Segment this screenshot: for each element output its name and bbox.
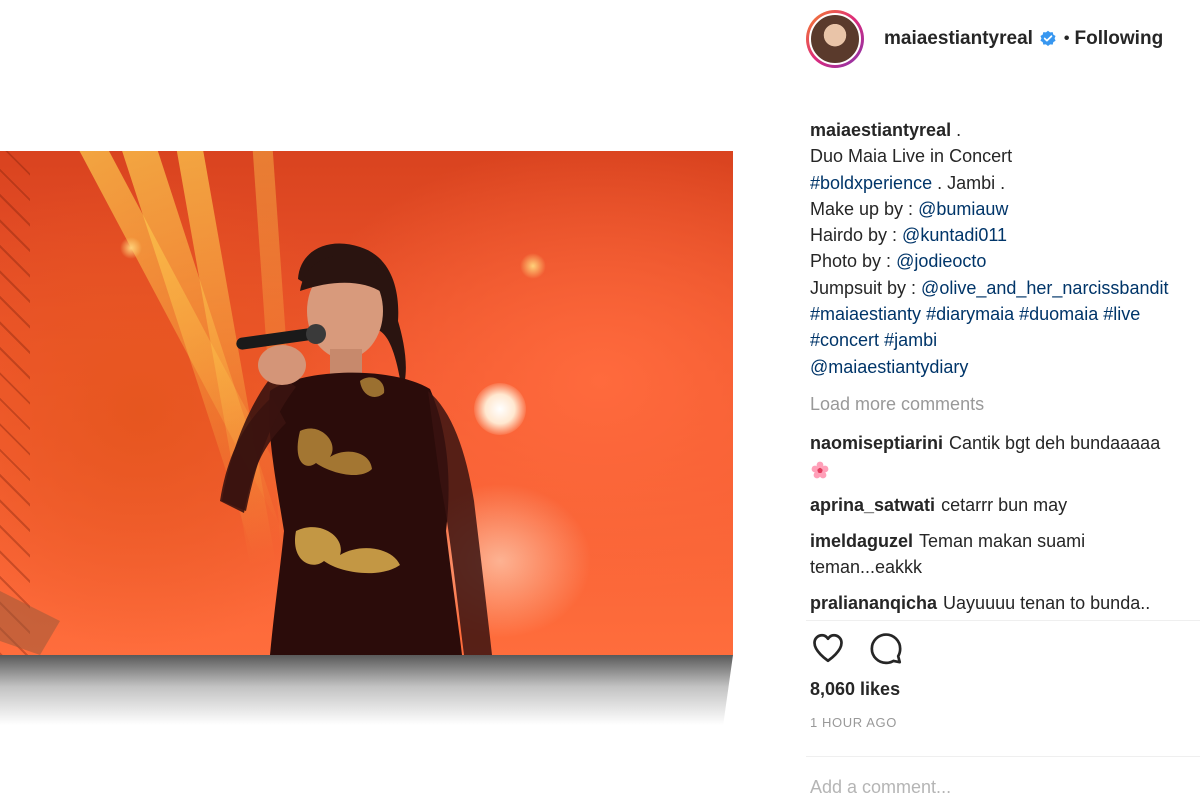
section-divider [806,756,1200,757]
caption-line: @maiaestiantydiary [810,354,1200,380]
hashtag-link[interactable]: #jambi [884,330,937,350]
verified-badge-icon [1040,30,1056,47]
following-button[interactable]: Following [1075,28,1164,50]
caption-text: Jumpsuit by : [810,277,922,298]
singer-figure [0,243,492,655]
post-sidebar: maiaestiantyreal • Following maiaestiant… [790,0,1200,800]
section-divider [806,620,1200,621]
post-header: maiaestiantyreal • Following [806,6,1163,72]
header-separator: • [1063,30,1070,47]
add-comment-input[interactable] [806,770,1194,800]
caption-line: Photo by : @jodieocto [810,248,1200,274]
caption-line: #maiaestianty #diarymaia #duomaia #live [810,301,1200,327]
mention-link[interactable]: @maiaestiantydiary [810,357,968,377]
media-area [0,0,790,800]
load-more-comments-button[interactable]: Load more comments [810,394,984,415]
mention-link[interactable]: @olive_and_her_narcissbandit [921,278,1168,298]
comment-bubble-icon [870,633,902,665]
comment-item: imeldaguzel Teman makan suami [810,528,1085,555]
post-author-username[interactable]: maiaestiantyreal [884,28,1033,50]
post-caption: maiaestiantyreal . Duo Maia Live in Conc… [810,117,1200,380]
hashtag-link[interactable]: #duomaia [1019,304,1098,324]
caption-text: Photo by : [810,251,897,272]
heart-icon [813,633,843,663]
caption-line: #concert #jambi [810,327,1200,353]
caption-text: . [951,120,962,140]
caption-line: Duo Maia Live in Concert [810,143,1200,169]
hashtag-link[interactable]: #boldxperience [810,173,932,193]
hashtag-link[interactable]: #concert [810,330,879,350]
caption-line: Hairdo by : @kuntadi011 [810,222,1200,248]
mention-link[interactable]: @bumiauw [918,199,1008,219]
caption-text: Make up by : [810,198,919,219]
comment-username[interactable]: aprina_satwati [810,495,935,515]
comment-item: praliananqicha Uayuuuu tenan to bunda.. [810,590,1150,617]
caption-line: maiaestiantyreal . [810,117,1200,143]
comment-username[interactable]: praliananqicha [810,593,937,613]
photo-drop-shadow [0,655,733,725]
comment-username[interactable]: imeldaguzel [810,531,913,551]
post-timestamp: 1 HOUR AGO [810,715,897,730]
comment-text-continued: teman...eakkk [810,557,923,577]
hashtag-link[interactable]: #maiaestianty [810,304,921,324]
caption-text: Duo Maia Live in Concert [810,146,1013,167]
hashtag-link[interactable]: #live [1103,304,1140,324]
comment-item: naomiseptiarini Cantik bgt deh bundaaaaa [810,430,1160,457]
caption-author[interactable]: maiaestiantyreal [810,120,951,140]
post-photo[interactable] [0,151,733,655]
likes-count[interactable]: 8,060 likes [810,679,900,700]
comment-username[interactable]: naomiseptiarini [810,433,943,453]
comment-item: aprina_satwati cetarrr bun may [810,492,1067,519]
caption-line: Jumpsuit by : @olive_and_her_narcissband… [810,275,1200,301]
hashtag-link[interactable]: #diarymaia [926,304,1014,324]
post-actions [808,628,924,668]
mention-link[interactable]: @kuntadi011 [902,225,1007,245]
caption-text: Hairdo by : [810,225,903,246]
comment-text: Uayuuuu tenan to bunda.. [943,593,1151,613]
avatar-image [809,13,861,65]
flower-emoji-icon [811,461,829,479]
avatar[interactable] [806,10,864,68]
like-button[interactable] [808,628,848,668]
comment-text: cetarrr bun may [941,495,1068,515]
mention-link[interactable]: @jodieocto [896,251,986,271]
comment-text: Teman makan suami [919,531,1086,551]
comment-button[interactable] [866,628,906,668]
instagram-post-page: maiaestiantyreal • Following maiaestiant… [0,0,1200,800]
comment-text: Cantik bgt deh bundaaaaa [949,433,1161,453]
caption-line: Make up by : @bumiauw [810,196,1200,222]
caption-line: #boldxperience . Jambi . [810,170,1200,196]
caption-text: . Jambi . [932,172,1006,193]
